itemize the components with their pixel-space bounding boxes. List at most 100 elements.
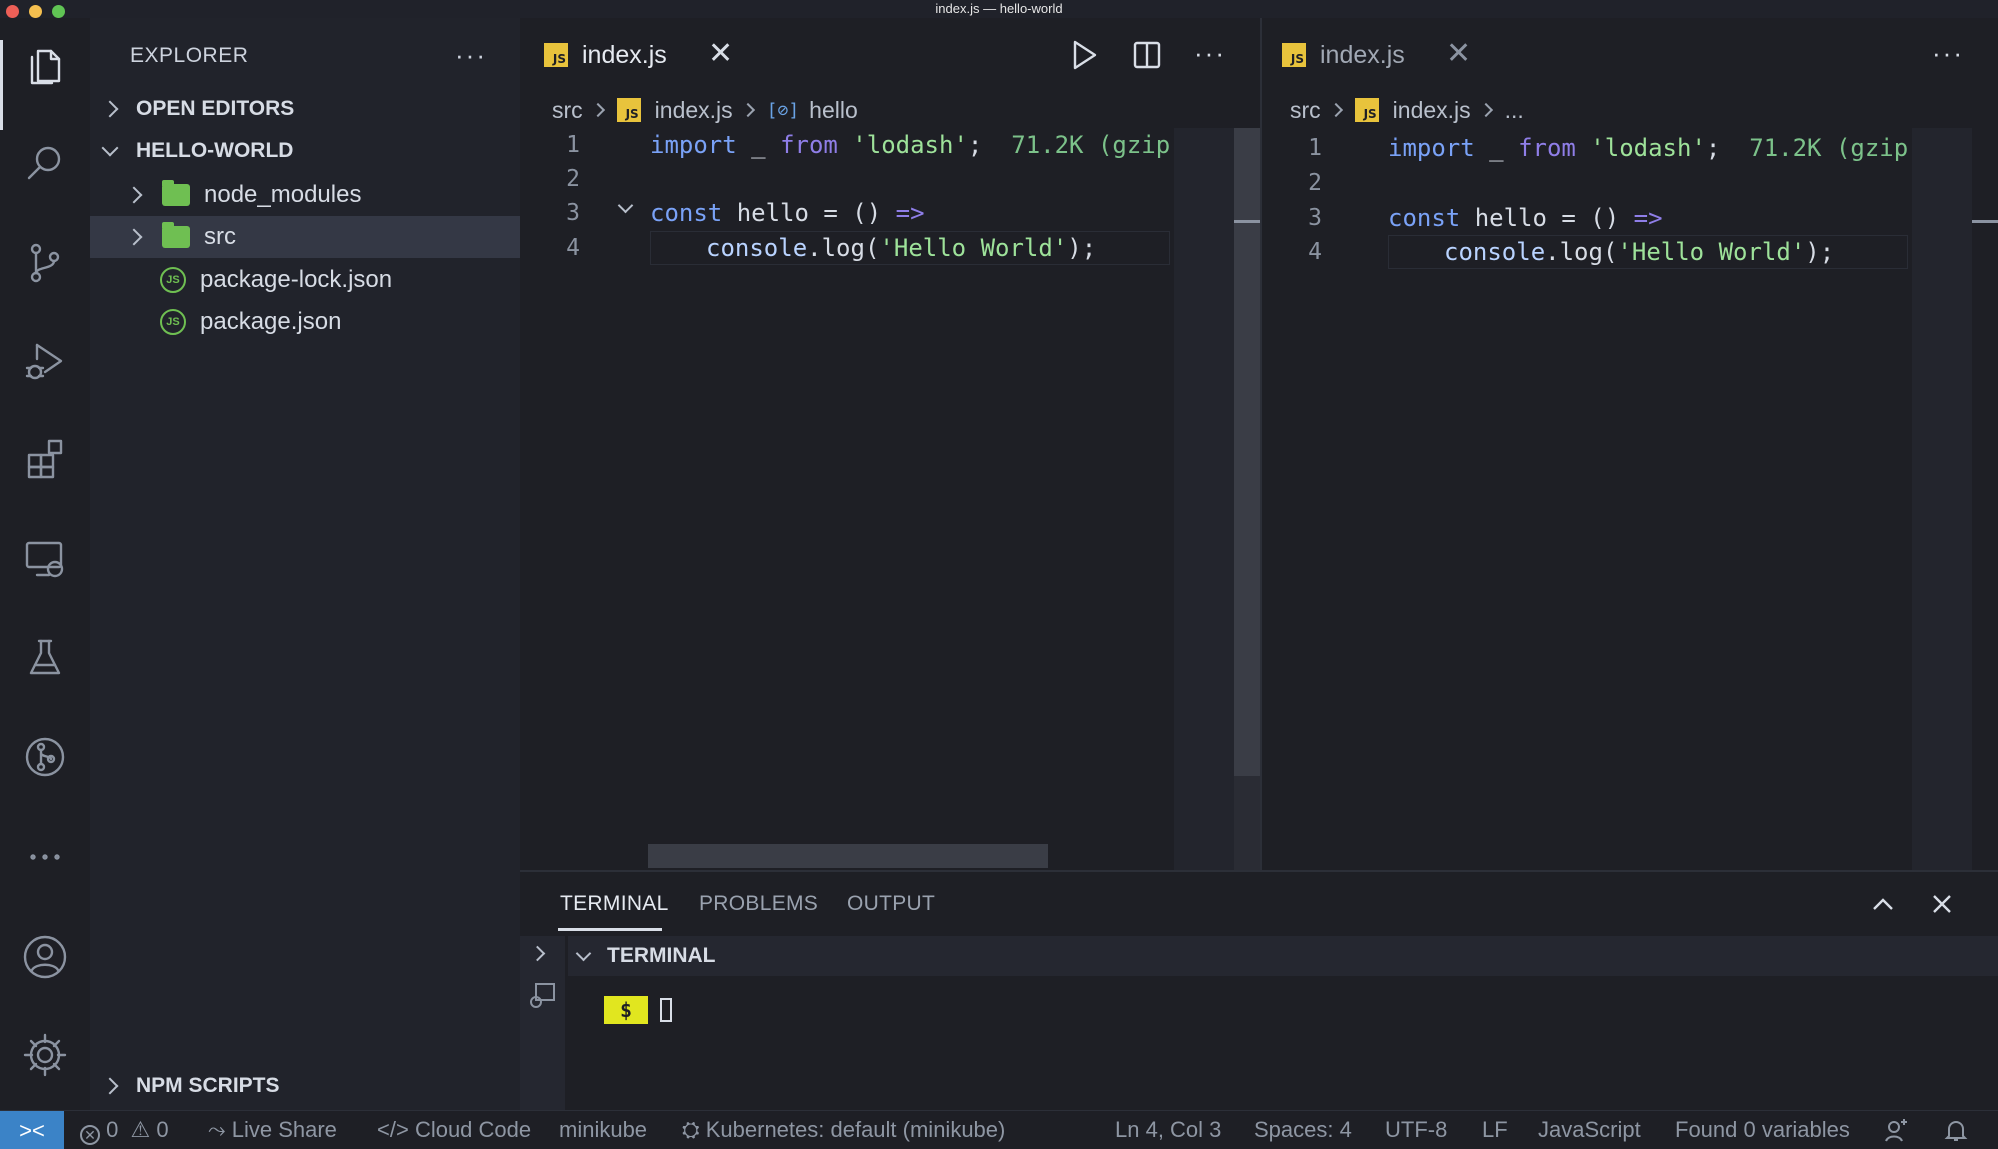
live-share-button[interactable]: ⤳ Live Share [208, 1117, 337, 1143]
explorer-icon[interactable] [16, 36, 74, 94]
tab-output[interactable]: OUTPUT [847, 892, 935, 916]
chevron-right-icon[interactable] [529, 945, 546, 962]
chevron-right-icon [101, 100, 119, 118]
maximize-panel-icon[interactable] [1870, 894, 1896, 921]
vertical-scrollbar-thumb[interactable] [1234, 128, 1260, 776]
symbol-variable-icon: [⊘] [766, 99, 800, 121]
breadcrumb-symbol[interactable]: hello [809, 97, 858, 124]
tab-terminal[interactable]: TERMINAL [560, 892, 669, 916]
code-line-3: const hello = () => [650, 199, 925, 227]
warning-icon: ⚠ [130, 1117, 151, 1142]
terminal-section-label: TERMINAL [607, 944, 716, 967]
open-editors-label: OPEN EDITORS [136, 97, 295, 120]
language-mode[interactable]: JavaScript [1538, 1117, 1641, 1143]
run-debug-icon[interactable] [16, 332, 74, 390]
code-line-1: import _ from 'lodash'; 71.2K (gzippe [1388, 134, 1908, 162]
window-title: index.js — hello-world [935, 1, 1063, 16]
editor-more-button[interactable]: ··· [1194, 38, 1226, 69]
breadcrumb-right: src JS index.js ... [1290, 92, 1524, 128]
split-editor-icon[interactable] [1132, 40, 1162, 75]
active-indicator [0, 40, 3, 130]
minimap[interactable] [1912, 128, 1972, 870]
breadcrumb-file[interactable]: index.js [1393, 97, 1471, 124]
tab-index-js-left[interactable]: JS index.js [544, 18, 667, 92]
left-code-editor[interactable]: 1 2 3 4 import _ from 'lodash'; 71.2K (g… [520, 128, 1260, 870]
sidebar-title: EXPLORER [130, 44, 249, 67]
left-tab-bar: JS index.js ✕ ··· [520, 18, 1260, 92]
status-bar: >< ✕ 0 ⚠ 0 ⤳ Live Share </> Cloud Code m… [0, 1110, 1998, 1149]
horizontal-scrollbar-thumb[interactable] [648, 844, 1048, 868]
import-cost-lens: 71.2K (gzippe [1011, 131, 1170, 159]
line-number: 2 [1308, 170, 1322, 196]
npm-scripts-section[interactable]: NPM SCRIPTS [90, 1066, 520, 1106]
tree-item-package-lock[interactable]: JS package-lock.json [90, 259, 520, 301]
open-editors-section[interactable]: OPEN EDITORS [90, 89, 520, 129]
variables-status[interactable]: Found 0 variables [1675, 1117, 1850, 1143]
debug-console-icon[interactable] [526, 980, 558, 1017]
node-folder-icon [162, 180, 190, 206]
git-graph-icon[interactable] [16, 728, 74, 786]
remote-indicator-button[interactable]: >< [0, 1111, 64, 1149]
chevron-right-icon [101, 1077, 119, 1095]
problems-status[interactable]: ✕ 0 ⚠ 0 [80, 1117, 169, 1145]
breadcrumb-folder[interactable]: src [552, 97, 583, 124]
chevron-down-icon [575, 945, 592, 961]
tab-index-js-right[interactable]: JS index.js [1282, 18, 1405, 92]
right-code-editor[interactable]: 1 2 3 4 import _ from 'lodash'; 71.2K (g… [1262, 128, 1998, 870]
right-tab-bar: JS index.js ✕ ··· [1262, 18, 1998, 92]
tree-item-src[interactable]: src [90, 216, 520, 258]
close-panel-icon[interactable] [1930, 892, 1954, 921]
editor-more-button[interactable]: ··· [1932, 38, 1964, 69]
more-icon[interactable] [16, 828, 74, 886]
terminal-section-header[interactable]: TERMINAL [568, 936, 1998, 976]
line-number: 4 [566, 235, 580, 261]
breadcrumb-file[interactable]: index.js [655, 97, 733, 124]
notifications-bell-icon[interactable] [1944, 1118, 1968, 1149]
breadcrumb-symbol[interactable]: ... [1505, 97, 1524, 124]
explorer-sidebar: EXPLORER ··· OPEN EDITORS HELLO-WORLD no… [90, 18, 520, 1110]
fold-chevron-icon[interactable] [617, 197, 634, 214]
live-share-icon: ⤳ [208, 1117, 226, 1142]
breadcrumb-folder[interactable]: src [1290, 97, 1321, 124]
feedback-icon[interactable] [1884, 1118, 1910, 1149]
manage-gear-icon[interactable] [16, 1026, 74, 1084]
scrollbar-cursor-marker [1972, 220, 1998, 223]
minimap[interactable] [1174, 128, 1234, 870]
extensions-icon[interactable] [16, 430, 74, 488]
source-control-icon[interactable] [16, 234, 74, 292]
breadcrumb: src JS index.js [⊘] hello [552, 92, 858, 128]
close-icon[interactable]: ✕ [708, 36, 733, 71]
tree-item-node-modules[interactable]: node_modules [90, 174, 520, 216]
chevron-right-icon [125, 228, 143, 246]
indentation-status[interactable]: Spaces: 4 [1254, 1117, 1352, 1143]
cursor-position[interactable]: Ln 4, Col 3 [1115, 1117, 1221, 1143]
activity-bar [0, 18, 90, 1110]
src-folder-icon [162, 222, 190, 248]
js-file-icon: JS [1354, 98, 1379, 122]
line-number: 3 [1308, 205, 1322, 231]
line-number: 1 [1308, 135, 1322, 161]
tree-item-package-json[interactable]: JS package.json [90, 301, 520, 343]
remote-explorer-icon[interactable] [16, 530, 74, 588]
encoding-status[interactable]: UTF-8 [1385, 1117, 1447, 1143]
minikube-status[interactable]: minikube [559, 1117, 647, 1143]
cloud-code-button[interactable]: </> Cloud Code [377, 1117, 531, 1143]
active-tab-underline [558, 928, 662, 931]
tab-label: index.js [582, 40, 667, 69]
search-icon[interactable] [16, 134, 74, 192]
tab-label: index.js [1320, 40, 1405, 69]
sidebar-more-button[interactable]: ··· [455, 40, 487, 71]
chevron-right-icon [1328, 102, 1343, 118]
code-icon: </> [377, 1117, 409, 1142]
terminal-prompt[interactable]: $ [604, 996, 672, 1024]
line-number: 2 [566, 166, 580, 192]
hello-world-section[interactable]: HELLO-WORLD [90, 131, 520, 171]
warning-count: 0 [156, 1117, 169, 1142]
eol-status[interactable]: LF [1482, 1117, 1508, 1143]
close-icon[interactable]: ✕ [1446, 36, 1471, 71]
testing-icon[interactable] [16, 628, 74, 686]
tab-problems[interactable]: PROBLEMS [699, 892, 818, 916]
run-icon[interactable] [1070, 38, 1100, 77]
accounts-icon[interactable] [16, 928, 74, 986]
kubernetes-status[interactable]: ⛭ Kubernetes: default (minikube) [682, 1117, 1005, 1143]
